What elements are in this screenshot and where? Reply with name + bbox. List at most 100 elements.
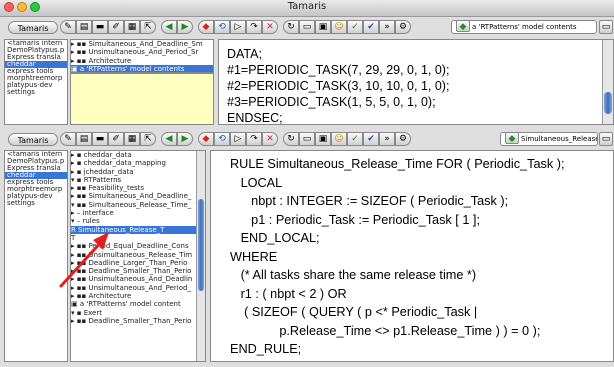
project-list-item[interactable]: settings: [5, 89, 67, 96]
check-blue-icon[interactable]: ✔: [363, 20, 379, 34]
top-scroll-thumb[interactable]: [604, 92, 612, 114]
context-diamond-icon: ◆: [456, 20, 470, 32]
top-yellow-pane: [70, 73, 214, 125]
tree-row[interactable]: ▸ ▪ cheddar_data: [71, 151, 205, 159]
top-context-selector-label: a 'RTPatterns' model contents: [472, 23, 577, 31]
code-line: p1 : Periodic_Task := Periodic_Task [ 1 …: [230, 212, 480, 227]
step-icon[interactable]: ↷: [246, 132, 262, 146]
tree-row[interactable]: ▸ ▪▪ Simultaneous_And_Deadline_Sm: [71, 40, 213, 48]
tool-icon[interactable]: ✎: [60, 20, 76, 34]
tree-scrollbar[interactable]: [196, 151, 205, 361]
edit-icon[interactable]: ✐: [108, 132, 124, 146]
code-line: RULE Simultaneous_Release_Time FOR ( Per…: [230, 157, 565, 171]
code-line: ENDSEC;: [227, 111, 283, 125]
edit-icon[interactable]: ✐: [108, 20, 124, 34]
code-line: END_RULE;: [230, 342, 302, 356]
cycle-icon[interactable]: ↻: [283, 132, 299, 146]
code-line: WHERE: [230, 249, 278, 264]
tree-row[interactable]: ▸ ▪ cheddar_data_mapping: [71, 159, 205, 167]
code-line: p.Release_Time <> p1.Release_Time ) ) = …: [230, 323, 541, 338]
folder-icon[interactable]: ▬: [92, 20, 108, 34]
code-line: #2=PERIODIC_TASK(3, 10, 10, 0, 1, 0);: [227, 79, 450, 93]
disk-icon[interactable]: ▣: [315, 132, 331, 146]
top-tamaris-button[interactable]: Tamaris: [8, 21, 58, 34]
tree-row[interactable]: ▾ ▪ Exert: [71, 309, 205, 317]
stop-icon[interactable]: ✕: [262, 132, 278, 146]
run-icon[interactable]: ▷: [230, 20, 246, 34]
top-editor-scrollbar[interactable]: [602, 40, 613, 124]
table-icon[interactable]: ▦: [124, 20, 140, 34]
export-icon[interactable]: ⇱: [140, 132, 156, 146]
tree-row[interactable]: ▸ ▪▪ Unsimultaneous_And_Period_Sr: [71, 48, 213, 56]
smile-icon[interactable]: ☺: [331, 132, 347, 146]
red-diamond-icon[interactable]: ◆: [198, 20, 214, 34]
tree-row[interactable]: ▸ ▪▪ Deadline_Smaller_Than_Perio: [71, 317, 205, 325]
code-line: ( SIZEOF ( QUERY ( p <* Periodic_Task |: [230, 305, 478, 319]
check-blue-icon[interactable]: ✔: [363, 132, 379, 146]
tamaris-window: Tamaris Tamaris ✎ ▤ ▬ ✐ ▦ ⇱ ◀ ▶ ◆ ⟲ ▷ ↷ ✕ ↻ ▭ ▣ ☺ ✓ ✔» ⚙ a …: [0, 0, 614, 367]
gear-icon[interactable]: ⚙: [395, 132, 411, 146]
tree-row[interactable]: ▸ ▪▪ Feasibility_tests: [71, 184, 205, 192]
next-icon[interactable]: »: [379, 132, 395, 146]
top-toolbar: Tamaris ✎ ▤ ▬ ✐ ▦ ⇱ ◀ ▶ ◆ ⟲ ▷ ↷ ✕ ↻ ▭ ▣ ☺ ✓ ✔» ⚙ a 'RTPatte…: [0, 18, 614, 36]
gear-icon[interactable]: ⚙: [395, 20, 411, 34]
tree-row[interactable]: ▾ ▪▪ Simultaneous_Release_Time_: [71, 201, 205, 209]
check-icon[interactable]: ✓: [347, 20, 363, 34]
tree-row[interactable]: ▣ a 'RTPatterns' model content: [71, 300, 205, 308]
top-code-editor[interactable]: DATA; #1=PERIODIC_TASK(7, 29, 29, 0, 1, 0…: [218, 39, 614, 125]
bottom-code-editor[interactable]: RULE Simultaneous_Release_Time FOR ( Per…: [210, 150, 614, 362]
code-line: #3=PERIODIC_TASK(1, 5, 5, 0, 1, 0);: [227, 95, 436, 109]
tree-row[interactable]: ▸ ▪▪ Architecture: [71, 57, 213, 65]
bottom-toolbar: Tamaris ✎ ▤ ▬ ✐ ▦ ⇱ ◀ ▶ ◆ ⟲ ▷ ↷ ✕ ↻ ▭ ▣ ☺ ✓ ✔» ⚙ Simultaneo…: [0, 130, 614, 148]
code-line: #1=PERIODIC_TASK(7, 29, 29, 0, 1, 0);: [227, 63, 450, 77]
document-icon[interactable]: ▭: [299, 20, 315, 34]
next-icon[interactable]: »: [379, 20, 395, 34]
back-icon[interactable]: ◀: [161, 20, 177, 34]
code-line: r1 : ( nbpt < 2 ) OR: [230, 286, 347, 301]
code-line: LOCAL: [230, 175, 283, 190]
code-line: DATA;: [227, 47, 262, 61]
document-icon[interactable]: ▭: [299, 132, 315, 146]
cycle-icon[interactable]: ↻: [283, 20, 299, 34]
context-diamond-icon: ◆: [505, 132, 519, 144]
forward-icon[interactable]: ▶: [177, 20, 193, 34]
disk-icon[interactable]: ▣: [315, 20, 331, 34]
top-project-list[interactable]: <tamaris intern DemoPlatypus.p Express tra…: [4, 39, 68, 125]
red-annotation-arrow: [59, 232, 109, 288]
transform-icon[interactable]: ⟲: [214, 132, 230, 146]
top-context-selector[interactable]: a 'RTPatterns' model contents: [451, 20, 597, 34]
title-bar: Tamaris: [0, 0, 614, 17]
transform-icon[interactable]: ⟲: [214, 20, 230, 34]
top-model-tree[interactable]: ▸ ▪▪ Simultaneous_And_Deadline_Sm ▸ ▪▪ Un…: [70, 39, 214, 73]
tree-row[interactable]: ▸ ▪▪ Architecture: [71, 292, 205, 300]
tree-row[interactable]: ▸ ▪▪ Simultaneous_And_Deadline_: [71, 192, 205, 200]
window-title: Tamaris: [287, 1, 327, 12]
tree-row[interactable]: ▣ a 'RTPatterns' model contents: [71, 64, 213, 72]
code-line: END_LOCAL;: [230, 231, 320, 245]
bottom-tamaris-button[interactable]: Tamaris: [8, 133, 58, 146]
forward-icon[interactable]: ▶: [177, 132, 193, 146]
tree-row[interactable]: ▸ – interface: [71, 209, 205, 217]
save-icon[interactable]: ▤: [76, 132, 92, 146]
stop-icon[interactable]: ✕: [262, 20, 278, 34]
tree-row[interactable]: ▾ – rules: [71, 217, 205, 225]
bottom-panel-toggle-icon[interactable]: ▭: [599, 132, 613, 146]
red-diamond-icon[interactable]: ◆: [198, 132, 214, 146]
smile-icon[interactable]: ☺: [331, 20, 347, 34]
project-list-item[interactable]: settings: [5, 200, 67, 207]
back-icon[interactable]: ◀: [161, 132, 177, 146]
step-icon[interactable]: ↷: [246, 20, 262, 34]
check-icon[interactable]: ✓: [347, 132, 363, 146]
export-icon[interactable]: ⇱: [140, 20, 156, 34]
tool-icon[interactable]: ✎: [60, 132, 76, 146]
table-icon[interactable]: ▦: [124, 132, 140, 146]
top-panel-toggle-icon[interactable]: ▭: [599, 20, 613, 34]
run-icon[interactable]: ▷: [230, 132, 246, 146]
bottom-context-selector-label: Simultaneous_Release_: [521, 135, 598, 143]
save-icon[interactable]: ▤: [76, 20, 92, 34]
tree-row[interactable]: ▸ ▪ jcheddar_data: [71, 168, 205, 176]
tree-scroll-thumb[interactable]: [198, 199, 204, 291]
folder-icon[interactable]: ▬: [92, 132, 108, 146]
tree-row[interactable]: ▾ ▪ RTPatterns: [71, 176, 205, 184]
code-line: nbpt : INTEGER := SIZEOF ( Periodic_Task…: [230, 194, 509, 208]
